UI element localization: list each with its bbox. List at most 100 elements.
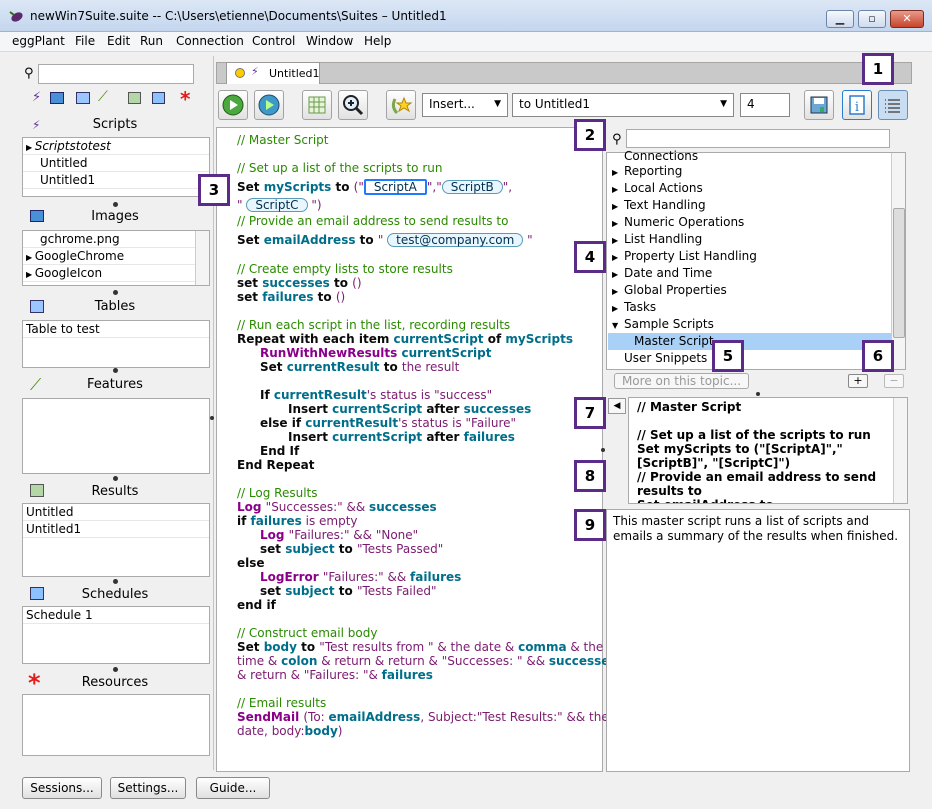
back-button[interactable]: ◀ xyxy=(608,398,626,414)
list-item[interactable]: Table to test xyxy=(23,321,209,338)
menu-edit[interactable]: Edit xyxy=(107,34,130,48)
tree-item[interactable]: ▶ Reporting xyxy=(612,164,682,178)
expand-icon[interactable]: ▶ xyxy=(612,304,624,313)
resource-icon[interactable]: * xyxy=(180,87,190,111)
scroll-thumb[interactable] xyxy=(893,208,905,338)
expand-icon[interactable]: ▶ xyxy=(26,143,35,152)
run-button[interactable] xyxy=(218,90,248,120)
tree-item[interactable]: ▶ Tasks xyxy=(612,300,656,314)
tree-item[interactable]: ▶ List Handling xyxy=(612,232,702,246)
sidebar-search-input[interactable] xyxy=(38,64,194,84)
images-scrollbar[interactable] xyxy=(195,231,209,285)
schedule-icon[interactable] xyxy=(152,92,165,104)
list-item[interactable]: Untitled1 xyxy=(23,521,209,538)
tree-item[interactable]: ▶ Global Properties xyxy=(612,283,727,297)
menu-window[interactable]: Window xyxy=(306,34,353,48)
menu-connection[interactable]: Connection xyxy=(176,34,244,48)
table-button[interactable] xyxy=(302,90,332,120)
guide-button[interactable]: Guide... xyxy=(196,777,270,799)
run-selection-button[interactable] xyxy=(254,90,284,120)
insert-snippet-button[interactable] xyxy=(386,90,416,120)
snippet-tree: Connections ▶ Reporting ▶ Local Actions ▶ T… xyxy=(606,149,906,370)
menu-eggplant[interactable]: eggPlant xyxy=(12,34,65,48)
info-button[interactable]: i xyxy=(842,90,872,120)
results-header: Results xyxy=(91,484,139,499)
close-button[interactable]: ✕ xyxy=(890,10,924,28)
tree-item[interactable]: ▶ Property List Handling xyxy=(612,249,757,263)
menu-bar: eggPlant File Edit Run Connection Contro… xyxy=(0,32,932,52)
count-input[interactable]: 4 xyxy=(740,93,790,117)
tree-item[interactable]: Connections xyxy=(624,149,698,163)
save-button[interactable] xyxy=(804,90,834,120)
expand-icon[interactable]: ▶ xyxy=(26,270,35,279)
tree-item[interactable]: User Snippets xyxy=(624,351,707,365)
chevron-down-icon: ▼ xyxy=(720,99,727,109)
menu-run[interactable]: Run xyxy=(140,34,163,48)
tree-item[interactable]: ▶ Date and Time xyxy=(612,266,712,280)
expand-icon[interactable]: ▶ xyxy=(26,253,35,262)
string-pill[interactable]: test@company.com xyxy=(387,233,524,247)
expand-icon[interactable]: ▶ xyxy=(612,185,624,194)
feature-icon[interactable]: ⟋ xyxy=(98,89,108,105)
expand-icon[interactable]: ▶ xyxy=(612,270,624,279)
minimize-button[interactable]: ▁ xyxy=(826,10,854,28)
splitter-handle[interactable] xyxy=(601,448,605,452)
expand-icon[interactable]: ▶ xyxy=(612,219,624,228)
expand-icon[interactable]: ▶ xyxy=(612,202,624,211)
image-pill-selected[interactable]: ScriptA xyxy=(363,179,427,195)
settings-button[interactable]: Settings... xyxy=(110,777,186,799)
menu-help[interactable]: Help xyxy=(364,34,391,48)
splitter-handle[interactable] xyxy=(113,202,118,207)
list-item[interactable]: ▶ GoogleIcon xyxy=(23,265,209,282)
splitter-handle[interactable] xyxy=(113,368,118,373)
tree-item[interactable]: ▶ Numeric Operations xyxy=(612,215,744,229)
table-icon[interactable] xyxy=(76,92,90,104)
capture-button[interactable] xyxy=(338,90,368,120)
splitter-handle[interactable] xyxy=(756,392,760,396)
list-item[interactable]: Untitled xyxy=(23,504,209,521)
expand-icon[interactable]: ▶ xyxy=(612,253,624,262)
collapse-icon[interactable]: ▼ xyxy=(612,321,624,330)
list-item[interactable]: Untitled1 xyxy=(23,172,209,189)
tree-item[interactable]: ▶ Text Handling xyxy=(612,198,706,212)
splitter-handle[interactable] xyxy=(113,579,118,584)
result-icon[interactable] xyxy=(128,92,141,104)
splitter-handle[interactable] xyxy=(113,667,118,672)
list-item[interactable]: gchrome.png xyxy=(23,231,209,248)
script-icon[interactable]: ⚡ xyxy=(32,90,41,105)
tree-scrollbar[interactable] xyxy=(891,153,905,369)
target-dropdown[interactable]: to Untitled1 ▼ xyxy=(512,93,734,117)
add-snippet-button[interactable]: + xyxy=(848,374,868,388)
splitter-handle[interactable] xyxy=(113,476,118,481)
list-item[interactable]: Untitled xyxy=(23,155,209,172)
code-line: Set myScripts to (" ScriptA "," ScriptB ", xyxy=(237,179,513,195)
insert-dropdown[interactable]: Insert... ▼ xyxy=(422,93,508,117)
image-pill[interactable]: ScriptB xyxy=(441,180,503,194)
image-icon[interactable] xyxy=(50,92,64,104)
expand-icon[interactable]: ▶ xyxy=(612,236,624,245)
list-item[interactable]: ▶ Scriptstotest xyxy=(23,138,209,155)
expand-icon[interactable]: ▶ xyxy=(612,168,624,177)
expand-icon[interactable]: ▶ xyxy=(612,287,624,296)
maximize-button[interactable]: ▫ xyxy=(858,10,886,28)
star-icon xyxy=(391,96,413,115)
menu-control[interactable]: Control xyxy=(252,34,295,48)
code-line: End If xyxy=(260,444,300,458)
more-on-topic-button[interactable]: More on this topic... xyxy=(614,373,749,389)
tree-item[interactable]: ▶ Local Actions xyxy=(612,181,703,195)
tab-untitled1[interactable]: ⚡ Untitled1 xyxy=(226,62,320,84)
image-pill[interactable]: ScriptC xyxy=(246,198,308,212)
remove-snippet-button[interactable]: − xyxy=(884,374,904,388)
splitter-handle[interactable] xyxy=(210,416,214,420)
preview-scrollbar[interactable] xyxy=(893,398,907,503)
snippet-search-input[interactable] xyxy=(626,129,890,148)
tree-item[interactable]: ▼ Sample Scripts xyxy=(612,317,714,331)
code-line: Insert currentScript after failures xyxy=(288,430,515,444)
helper-panel-toggle[interactable] xyxy=(878,90,908,120)
sessions-button[interactable]: Sessions... xyxy=(22,777,102,799)
splitter-handle[interactable] xyxy=(113,290,118,295)
list-item[interactable]: Schedule 1 xyxy=(23,607,209,624)
menu-file[interactable]: File xyxy=(75,34,95,48)
script-editor[interactable]: // Master Script // Set up a list of the… xyxy=(216,127,617,772)
list-item[interactable]: ▶ GoogleChrome xyxy=(23,248,209,265)
